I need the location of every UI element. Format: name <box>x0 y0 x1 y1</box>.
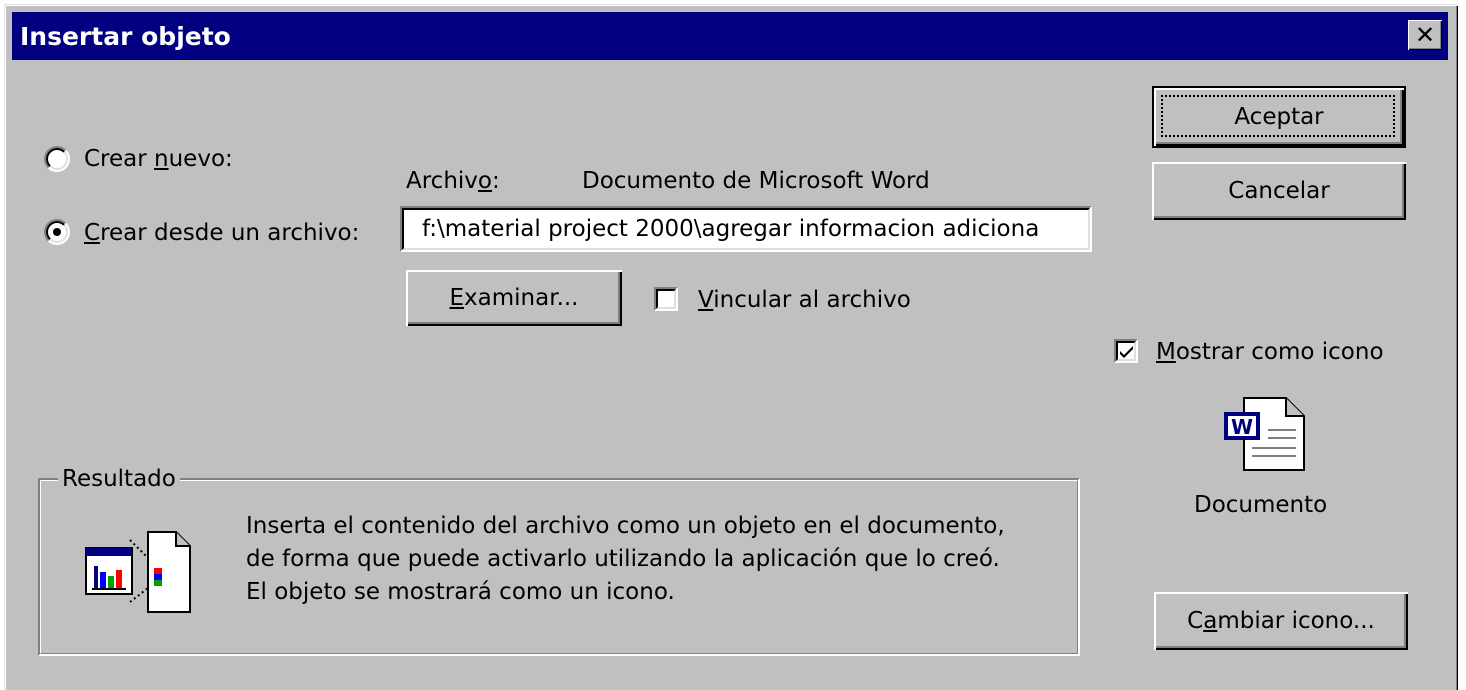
file-type-text: Documento de Microsoft Word <box>582 168 930 194</box>
icon-caption: Documento <box>1194 492 1328 518</box>
ok-button[interactable]: Aceptar <box>1152 86 1406 148</box>
create-new-label[interactable]: Crear nuevo: <box>84 146 233 172</box>
checkmark-icon <box>1120 346 1133 358</box>
create-new-radio[interactable] <box>44 146 70 172</box>
radio-selected-dot <box>53 228 61 236</box>
browse-button-label: Examinar... <box>449 285 579 311</box>
display-as-icon-checkbox[interactable] <box>1114 339 1138 363</box>
result-line: El objeto se mostrará como un icono. <box>246 579 675 605</box>
dialog-title: Insertar objeto <box>20 21 231 51</box>
link-to-file-label[interactable]: Vincular al archivo <box>698 287 911 313</box>
cancel-button-label: Cancelar <box>1228 178 1330 204</box>
word-document-icon: W <box>1224 397 1305 471</box>
file-label: Archivo: <box>406 168 500 194</box>
link-to-file-checkbox[interactable] <box>654 287 678 311</box>
cancel-button[interactable]: Cancelar <box>1152 162 1406 220</box>
create-from-file-label[interactable]: Crear desde un archivo: <box>84 220 359 246</box>
file-path-input[interactable]: f:\material project 2000\agregar informa… <box>400 206 1092 252</box>
browse-button[interactable]: Examinar... <box>406 270 622 326</box>
result-line: Inserta el contenido del archivo como un… <box>246 513 1005 539</box>
result-description: Inserta el contenido del archivo como un… <box>246 510 1005 609</box>
focus-rectangle <box>1161 95 1395 137</box>
close-button[interactable]: ✕ <box>1408 20 1442 50</box>
change-icon-button-label: Cambiar icono... <box>1187 608 1375 634</box>
create-from-file-radio[interactable] <box>44 219 70 245</box>
display-as-icon-label[interactable]: Mostrar como icono <box>1156 339 1384 365</box>
title-bar: Insertar objeto ✕ <box>12 12 1448 60</box>
result-line: de forma que puede activarlo utilizando … <box>246 546 1000 572</box>
close-icon: ✕ <box>1414 21 1436 49</box>
svg-text:W: W <box>1231 415 1253 439</box>
embedded-object-icon <box>85 531 191 613</box>
result-legend: Resultado <box>58 466 180 492</box>
change-icon-button[interactable]: Cambiar icono... <box>1154 592 1408 650</box>
